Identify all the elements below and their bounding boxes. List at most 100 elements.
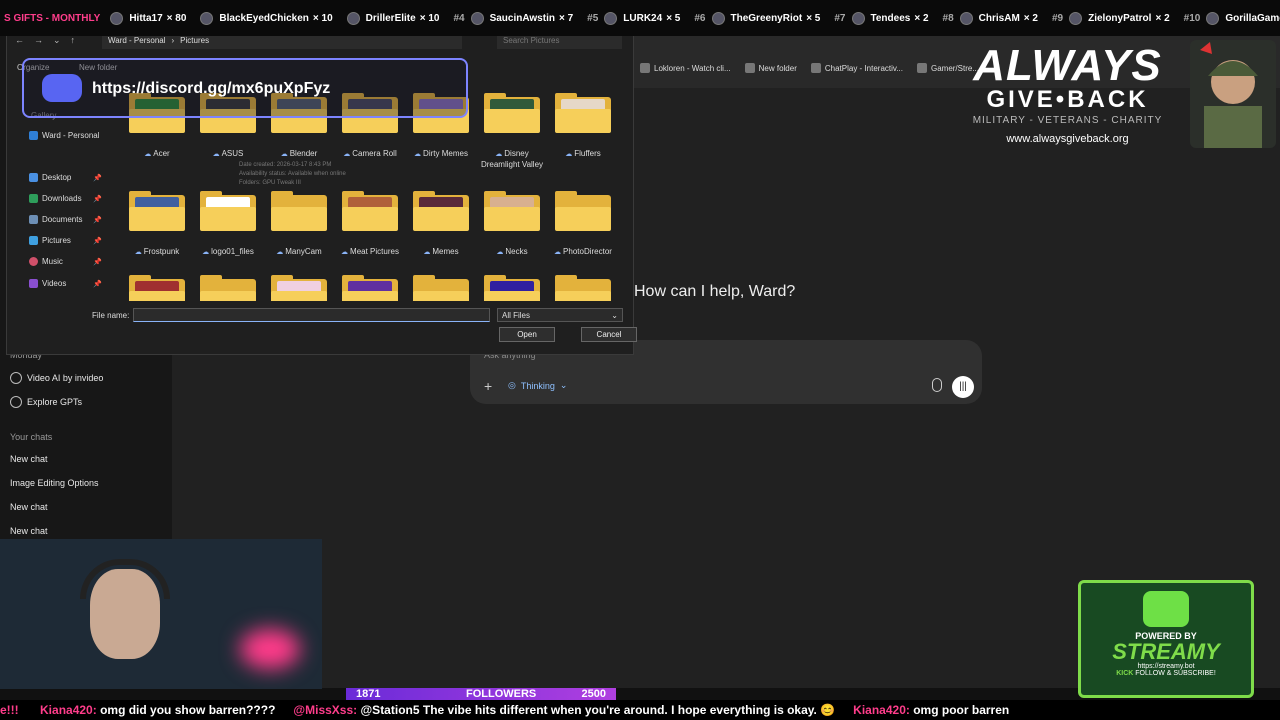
microphone-icon[interactable] bbox=[932, 378, 942, 392]
folder-item[interactable] bbox=[484, 93, 540, 133]
cloud-icon: ☁ bbox=[276, 249, 284, 256]
cancel-button[interactable]: Cancel bbox=[581, 327, 637, 342]
chat-item[interactable]: Image Editing Options bbox=[10, 478, 99, 488]
chat-username: Kiana420: bbox=[853, 703, 910, 717]
folder-item[interactable] bbox=[129, 191, 185, 231]
open-button[interactable]: Open bbox=[499, 327, 555, 342]
ticker-entry: #7 Tendees × 2 bbox=[834, 11, 929, 25]
app-icon bbox=[10, 372, 22, 384]
folder-item[interactable] bbox=[129, 275, 185, 301]
folder-front bbox=[484, 109, 540, 133]
streamy-badge: POWERED BY STREAMY https://streamy.bot K… bbox=[1078, 580, 1254, 698]
ticker-entry: #5 LURK24 × 5 bbox=[587, 11, 680, 25]
folder-label[interactable]: ☁ ManyCam bbox=[263, 247, 335, 258]
cloud-icon: ☁ bbox=[280, 151, 288, 158]
avatar bbox=[470, 11, 484, 25]
folder-item[interactable] bbox=[200, 275, 256, 301]
folder-item[interactable] bbox=[342, 191, 398, 231]
chat-item[interactable]: New chat bbox=[10, 502, 48, 512]
folder-label[interactable]: ☁ Fluffers bbox=[547, 149, 619, 160]
ticker-name: GorillaGame bbox=[1225, 12, 1280, 24]
voice-mode-button[interactable]: ||| bbox=[952, 376, 974, 398]
folder-front bbox=[555, 109, 611, 133]
ticker-rank: #8 bbox=[942, 12, 954, 24]
folder-item[interactable] bbox=[271, 275, 327, 301]
file-type-select[interactable]: All Files ⌄ bbox=[497, 308, 623, 322]
chevron-down-icon: ⌄ bbox=[559, 380, 568, 390]
folder-label[interactable]: ☁ Blender bbox=[263, 149, 335, 160]
bookmark[interactable]: ChatPlay - Interactiv... bbox=[810, 63, 903, 73]
chat-username: Kiana420: bbox=[40, 703, 97, 717]
folder-label[interactable]: ☁ Disney Dreamlight Valley bbox=[476, 149, 548, 170]
folder-item[interactable] bbox=[484, 275, 540, 301]
file-name-label: File name: bbox=[92, 311, 130, 320]
cloud-icon: ☁ bbox=[202, 249, 210, 256]
ticker-entry: #9 ZielonyPatrol × 2 bbox=[1051, 11, 1170, 25]
gift-ticker: S GIFTS - MONTHLY Hitta17 × 80 BlackEyedChi… bbox=[0, 0, 1280, 36]
cloud-icon: ☁ bbox=[134, 249, 142, 256]
folder-item[interactable] bbox=[555, 191, 611, 231]
ticker-rank: #4 bbox=[453, 12, 465, 24]
folder-item[interactable] bbox=[271, 191, 327, 231]
ticker-name: DrillerElite bbox=[365, 12, 416, 24]
folder-item[interactable] bbox=[413, 275, 469, 301]
chat-message: e!!! bbox=[0, 703, 22, 717]
folder-front bbox=[271, 291, 327, 301]
folder-item[interactable] bbox=[200, 191, 256, 231]
cloud-icon: ☁ bbox=[212, 151, 220, 158]
folder-label[interactable]: ☁ Camera Roll bbox=[334, 149, 406, 160]
cloud-icon: ☁ bbox=[414, 151, 422, 158]
folder-item[interactable] bbox=[484, 191, 540, 231]
ticker-count: × 2 bbox=[1155, 12, 1170, 24]
ticker-entry: #6 TheGreenyRiot × 5 bbox=[694, 11, 820, 25]
folder-label[interactable]: ☁ Memes bbox=[405, 247, 477, 258]
folder-front bbox=[484, 207, 540, 231]
ticker-entry: #10 GorillaGame bbox=[1183, 11, 1280, 25]
followers-label: FOLLOWERS bbox=[466, 688, 537, 700]
folder-label[interactable]: ☁ Necks bbox=[476, 247, 548, 258]
bookmark[interactable]: New folder bbox=[744, 63, 797, 73]
cloud-icon: ☁ bbox=[496, 249, 504, 256]
chat-item[interactable]: New chat bbox=[10, 526, 48, 536]
ticker-rank: #10 bbox=[1183, 12, 1201, 24]
headphones-icon bbox=[80, 559, 170, 599]
file-name-input[interactable] bbox=[133, 308, 490, 322]
folder-front bbox=[413, 207, 469, 231]
always-give-back-logo: ALWAYS GIVE•BACK MILITARY - VETERANS - C… bbox=[972, 41, 1163, 146]
plus-icon[interactable]: + bbox=[484, 378, 492, 394]
folder-item[interactable] bbox=[342, 275, 398, 301]
ticker-rank: #7 bbox=[834, 12, 846, 24]
followers-current: 1871 bbox=[356, 688, 381, 700]
folder-label[interactable]: ☁ Acer bbox=[121, 149, 193, 160]
folder-item[interactable] bbox=[555, 93, 611, 133]
avatar bbox=[604, 11, 618, 25]
folder-front bbox=[555, 291, 611, 301]
thinking-toggle[interactable]: ◎ Thinking ⌄ bbox=[508, 380, 567, 391]
folder-item[interactable] bbox=[413, 191, 469, 231]
cloud-icon: ☁ bbox=[495, 151, 503, 158]
ticker-name: ZielonyPatrol bbox=[1088, 12, 1152, 24]
folder-label[interactable]: ☁ logo01_files bbox=[192, 247, 264, 258]
sidebar-item-video-ai[interactable]: Video AI by invideo bbox=[10, 372, 103, 384]
folder-icon bbox=[744, 63, 755, 73]
ticker-name: TheGreenyRiot bbox=[730, 12, 803, 24]
folder-label[interactable]: ☁ Dirty Memes bbox=[405, 149, 477, 160]
folder-label[interactable]: ☁ ASUS bbox=[192, 149, 264, 160]
folder-label[interactable]: ☁ PhotoDirector bbox=[547, 247, 619, 258]
discord-banner: https://discord.gg/mx6puXpFyz bbox=[22, 58, 468, 118]
folder-front bbox=[200, 291, 256, 301]
bookmark-icon bbox=[810, 63, 821, 73]
folder-item[interactable] bbox=[555, 275, 611, 301]
avatar bbox=[200, 11, 214, 25]
folder-front bbox=[555, 207, 611, 231]
cloud-icon: ☁ bbox=[144, 151, 152, 158]
folder-label[interactable]: ☁ Meat Pictures bbox=[334, 247, 406, 258]
assistant-greeting: How can I help, Ward? bbox=[634, 283, 796, 300]
bookmarks-bar: Lokloren - Watch cli... New folder ChatP… bbox=[634, 58, 979, 78]
chat-item[interactable]: New chat bbox=[10, 454, 48, 464]
sidebar-item-explore-gpts[interactable]: Explore GPTs bbox=[10, 396, 82, 408]
ticker-count: × 10 bbox=[312, 12, 333, 24]
folder-label[interactable]: ☁ Frostpunk bbox=[121, 247, 193, 258]
ticker-rank: #9 bbox=[1051, 12, 1064, 24]
bookmark[interactable]: Lokloren - Watch cli... bbox=[640, 63, 731, 73]
